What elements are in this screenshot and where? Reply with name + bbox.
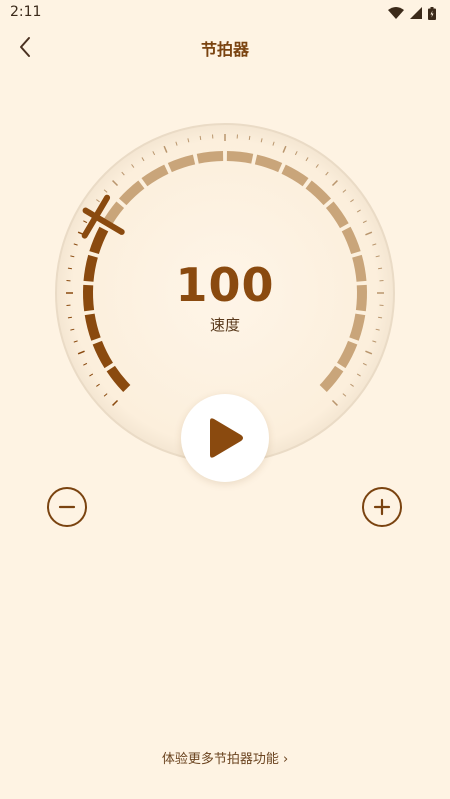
dial-arc-segment (226, 151, 254, 164)
dial-arc-segment (196, 151, 224, 164)
dial-tick (199, 135, 202, 140)
tempo-label: 速度 (209, 316, 240, 334)
minus-icon (58, 505, 76, 509)
play-button[interactable] (181, 394, 269, 482)
increase-tempo-button[interactable] (362, 487, 402, 527)
more-features-link[interactable]: 体验更多节拍器功能 › (0, 748, 450, 767)
dial-tick (248, 135, 251, 140)
tempo-value: 100 (175, 258, 275, 312)
play-icon (210, 418, 243, 458)
decrease-tempo-button[interactable] (47, 487, 87, 527)
plus-icon (373, 498, 391, 516)
